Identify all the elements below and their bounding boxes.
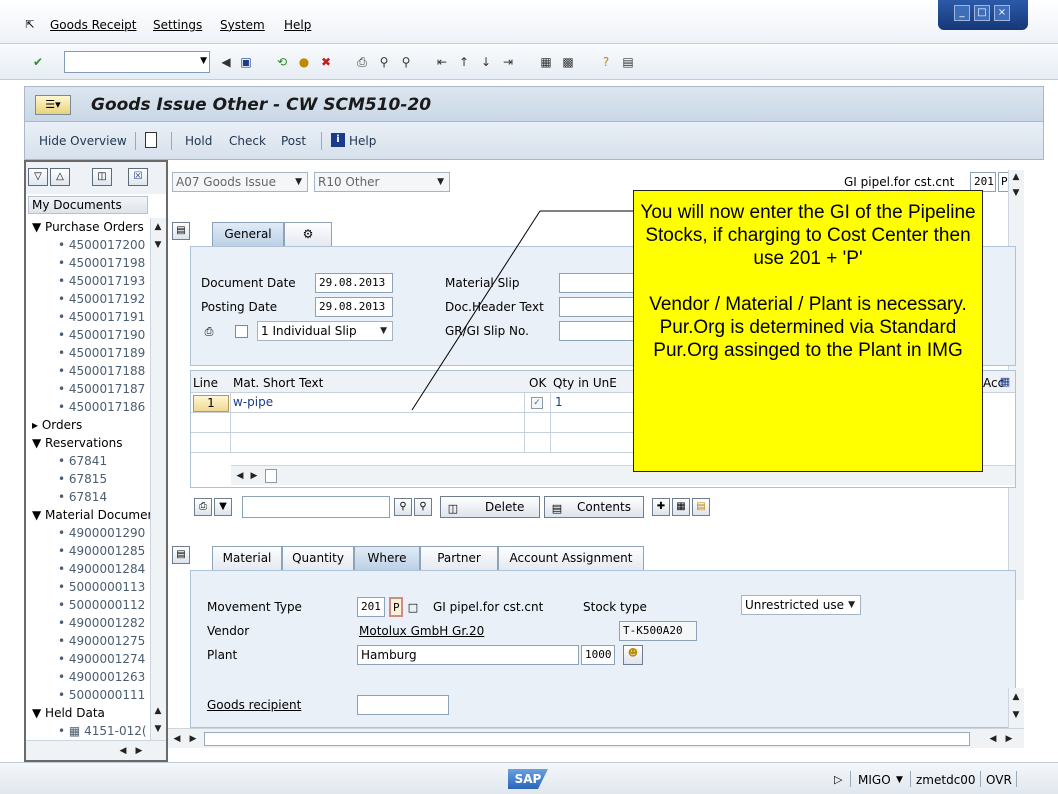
chevron-down-icon[interactable]: ▼ — [896, 775, 903, 785]
separator — [1016, 771, 1017, 787]
status-bar: SAP ▷ MIGO ▼ zmetdc00 OVR — [0, 762, 1058, 794]
server-name: zmetdc00 — [916, 773, 976, 787]
separator — [850, 771, 851, 787]
separator — [910, 771, 911, 787]
separator — [980, 771, 981, 787]
callout-paragraph-2: Vendor / Material / Plant is necessary. … — [649, 294, 967, 361]
transaction-code[interactable]: MIGO — [858, 773, 891, 787]
input-mode[interactable]: OVR — [986, 773, 1012, 787]
play-icon[interactable]: ▷ — [834, 773, 842, 786]
callout-paragraph-1: You will now enter the GI of the Pipelin… — [640, 202, 976, 269]
sap-logo: SAP — [508, 769, 548, 789]
instruction-callout: You will now enter the GI of the Pipelin… — [633, 190, 983, 472]
